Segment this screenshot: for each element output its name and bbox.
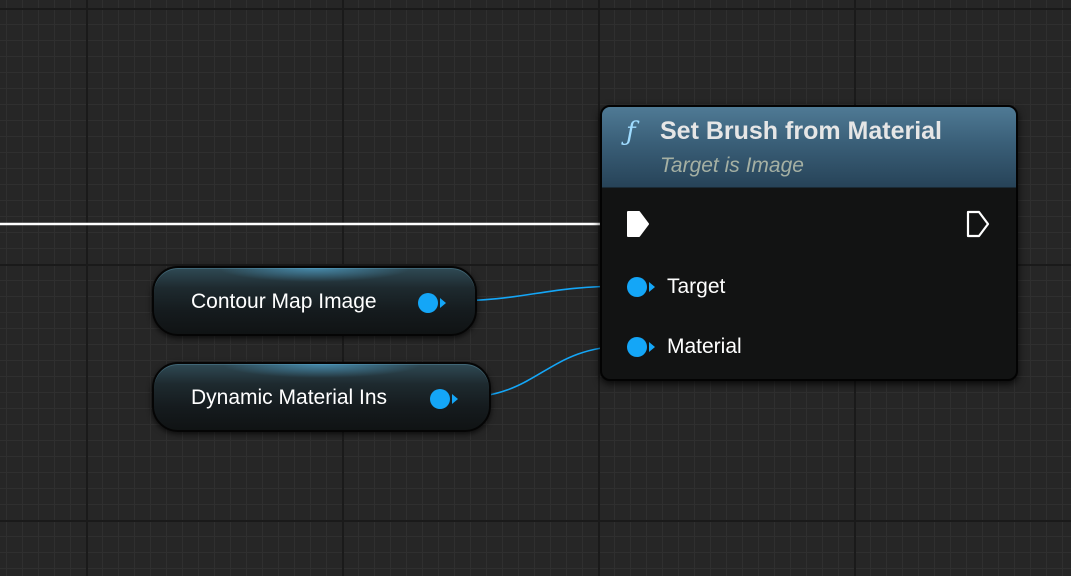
exec-input-pin-icon[interactable] — [626, 210, 650, 238]
target-pin-label: Target — [667, 275, 726, 298]
function-node-set-brush-from-material[interactable]: ƒ Set Brush from Material Target is Imag… — [600, 105, 1018, 381]
function-subtitle: Target is Image — [660, 154, 804, 177]
pin-arrow-icon — [452, 394, 458, 404]
variable-label: Contour Map Image — [191, 290, 377, 313]
variable-label: Dynamic Material Ins — [191, 386, 388, 409]
variable-node-dynamic-material-ins[interactable]: Dynamic Material Ins — [152, 362, 491, 432]
material-pin-label: Material — [667, 335, 742, 358]
blueprint-graph-canvas[interactable]: Contour Map Image Dynamic Material Ins ƒ… — [0, 0, 1071, 576]
function-icon: ƒ — [626, 117, 636, 147]
pin-arrow-icon — [649, 342, 655, 352]
pin-arrow-icon — [440, 298, 446, 308]
variable-node-contour-map-image[interactable]: Contour Map Image — [152, 266, 477, 336]
variable-output-pin[interactable] — [418, 293, 438, 313]
function-node-header[interactable]: ƒ Set Brush from Material Target is Imag… — [602, 107, 1016, 188]
material-input-pin[interactable] — [627, 337, 647, 357]
variable-output-pin[interactable] — [430, 389, 450, 409]
target-input-pin[interactable] — [627, 277, 647, 297]
exec-output-pin-icon[interactable] — [966, 210, 990, 238]
pin-arrow-icon — [649, 282, 655, 292]
function-title: Set Brush from Material — [660, 117, 943, 145]
